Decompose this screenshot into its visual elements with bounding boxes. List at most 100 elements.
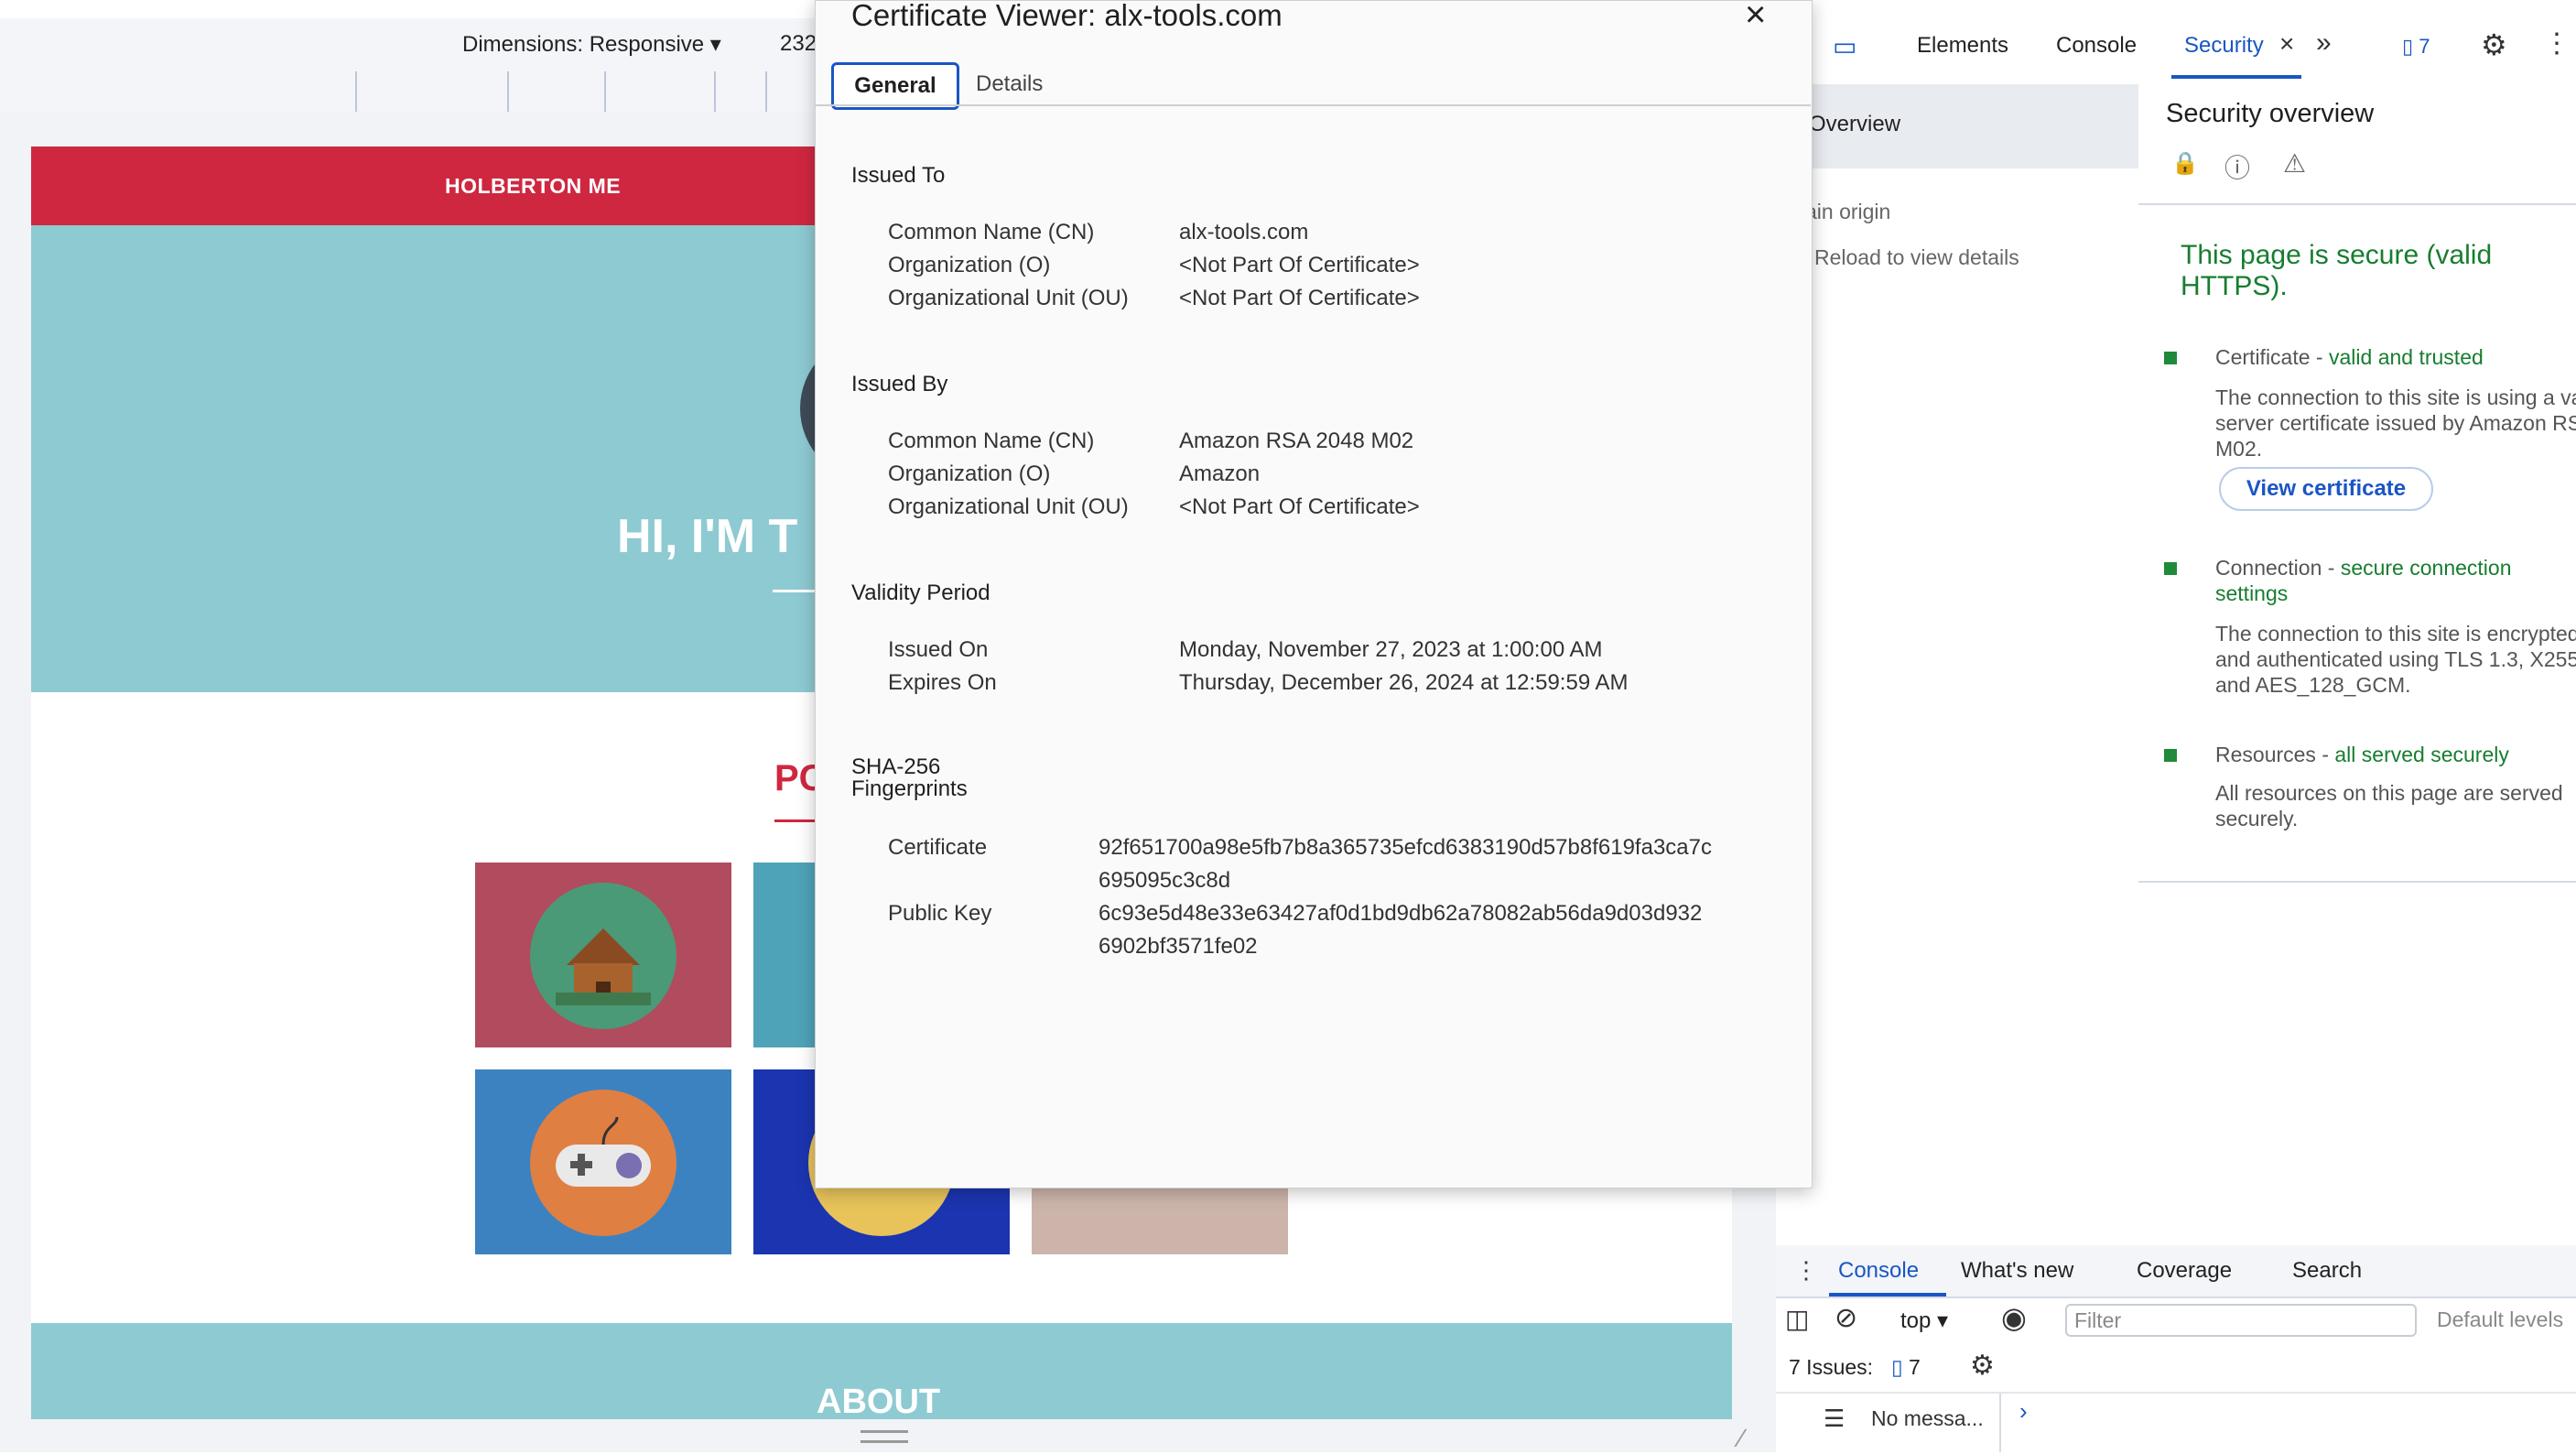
about-section: ABOUT	[31, 1323, 1732, 1419]
field-label: Organization (O)	[888, 461, 1051, 486]
dialog-title: Certificate Viewer: alx-tools.com	[851, 0, 1283, 32]
field-label: Common Name (CN)	[888, 429, 1095, 453]
resize-handle[interactable]	[860, 1430, 908, 1443]
chevron-down-icon: ▾	[709, 32, 721, 57]
tab-security[interactable]: Security	[2184, 33, 2264, 59]
filter-input[interactable]: Filter	[2065, 1304, 2417, 1337]
field-value: Amazon	[1179, 461, 1261, 486]
dimensions-label: Dimensions: Responsive	[462, 32, 705, 57]
field-label: Public Key	[888, 901, 992, 926]
list-icon: ☰	[1824, 1405, 1845, 1432]
active-tab-indicator	[2171, 75, 2301, 79]
chevron-down-icon: ▾	[1937, 1308, 1949, 1333]
lock-icon[interactable]: 🔒	[2171, 150, 2199, 177]
drawer-tab-console[interactable]: Console	[1838, 1258, 1919, 1284]
tab-general[interactable]: General	[831, 62, 959, 110]
field-value: alx-tools.com	[1179, 220, 1309, 244]
status-indicator	[2164, 749, 2177, 762]
field-label: Organizational Unit (OU)	[888, 286, 1129, 310]
field-value: <Not Part Of Certificate>	[1179, 494, 1420, 519]
field-label: Common Name (CN)	[888, 220, 1095, 244]
ruler-segment[interactable]	[355, 71, 357, 112]
resources-description: All resources on this page are served se…	[2215, 781, 2563, 830]
view-certificate-button[interactable]: View certificate	[2219, 467, 2433, 511]
tab-divider	[815, 104, 1811, 106]
close-icon[interactable]: ×	[2279, 29, 2294, 59]
public-key-fingerprint-line1: 6c93e5d48e33e63427af0d1bd9db62a78082ab56…	[1099, 901, 1703, 926]
corner-resize-icon[interactable]: ∕	[1739, 1424, 1744, 1453]
ruler-segment[interactable]	[604, 71, 606, 112]
width-input[interactable]: 232	[780, 31, 817, 57]
ruler-segment[interactable]	[765, 71, 767, 112]
issues-label: 7 Issues:	[1789, 1355, 1874, 1379]
issues-link[interactable]: ▯ 7	[1891, 1355, 1921, 1380]
divider	[2138, 881, 2576, 883]
drawer-tab-coverage[interactable]: Coverage	[2137, 1258, 2232, 1284]
close-icon[interactable]: ×	[1745, 0, 1766, 36]
info-icon[interactable]: ⓘ	[2224, 148, 2250, 185]
portfolio-tile[interactable]	[753, 863, 817, 1047]
device-toggle-icon[interactable]: ▭	[1833, 31, 1856, 61]
dimensions-dropdown[interactable]: Dimensions: Responsive ▾	[462, 31, 721, 58]
sidebar-item-overview[interactable]: Overview	[1776, 84, 2138, 168]
sidebar-item-label: Overview	[1809, 112, 1901, 136]
ruler-segment[interactable]	[507, 71, 509, 112]
drawer-tab-search[interactable]: Search	[2292, 1258, 2362, 1284]
drawer-menu-icon[interactable]: ⋮	[1794, 1256, 1818, 1285]
resources-summary: Resources - all served securely	[2215, 743, 2509, 766]
security-overview-title: Security overview	[2166, 99, 2375, 128]
active-tab-indicator	[1829, 1293, 1946, 1297]
reload-hint: Reload to view details	[1814, 245, 2019, 269]
portfolio-tile-gamepad[interactable]	[475, 1069, 731, 1254]
prompt-chevron-icon[interactable]: ›	[2019, 1397, 2028, 1426]
main-origin-heading: ain origin	[1805, 200, 1891, 223]
issues-badge: 7	[2419, 35, 2430, 58]
field-label: Expires On	[888, 670, 997, 695]
tab-details[interactable]: Details	[976, 71, 1043, 97]
site-brand[interactable]: HOLBERTON ME	[445, 174, 621, 199]
issues-icon[interactable]: ▯ 7	[2402, 35, 2430, 59]
section-heading-fingerprints: SHA-256 Fingerprints	[851, 754, 968, 801]
field-label: Organization (O)	[888, 253, 1051, 277]
certificate-description: The connection to this site is using a v…	[2215, 385, 2576, 461]
drawer-tab-whats-new[interactable]: What's new	[1961, 1258, 2073, 1284]
kebab-menu-icon[interactable]: ⋮	[2543, 27, 2571, 60]
field-value: Amazon RSA 2048 M02	[1179, 429, 1414, 453]
public-key-fingerprint-line2: 6902bf3571fe02	[1099, 934, 1258, 959]
field-value: Thursday, December 26, 2024 at 12:59:59 …	[1179, 670, 1629, 695]
gamepad-icon	[530, 1090, 676, 1236]
divider	[2138, 203, 2576, 205]
certificate-fingerprint-line2: 695095c3c8d	[1099, 868, 1231, 893]
field-label: Organizational Unit (OU)	[888, 494, 1129, 519]
gear-icon[interactable]: ⚙	[2481, 27, 2507, 62]
tab-console[interactable]: Console	[2056, 33, 2137, 59]
certificate-fingerprint-line1: 92f651700a98e5fb7b8a365735efcd6383190d57…	[1099, 835, 1712, 860]
field-label: Certificate	[888, 835, 988, 860]
about-heading: ABOUT	[817, 1383, 941, 1419]
sidebar-toggle-icon[interactable]: ◫	[1785, 1304, 1809, 1334]
more-tabs-icon[interactable]: »	[2316, 27, 2332, 59]
section-heading-issued-to: Issued To	[851, 163, 946, 188]
clear-console-icon[interactable]: ⊘	[1835, 1302, 1857, 1334]
section-heading-validity: Validity Period	[851, 581, 990, 605]
field-value: <Not Part Of Certificate>	[1179, 253, 1420, 277]
log-levels-dropdown[interactable]: Default levels	[2437, 1308, 2563, 1332]
tab-elements[interactable]: Elements	[1917, 33, 2008, 59]
status-indicator	[2164, 352, 2177, 364]
console-sidebar-item[interactable]: No messa...	[1871, 1406, 1984, 1431]
gear-icon[interactable]: ⚙	[1970, 1350, 1995, 1382]
eye-icon[interactable]: ◉	[2001, 1300, 2027, 1335]
field-label: Issued On	[888, 637, 989, 662]
context-selector[interactable]: top ▾	[1900, 1308, 1948, 1334]
secure-message: This page is secure (valid HTTPS).	[2181, 240, 2493, 301]
ruler-segment[interactable]	[714, 71, 716, 112]
connection-description: The connection to this site is encrypted…	[2215, 622, 2576, 697]
cabin-icon	[530, 883, 676, 1029]
portfolio-tile-cabin[interactable]	[475, 863, 731, 1047]
hero-heading: HI, I'M T	[617, 510, 798, 563]
section-heading-issued-by: Issued By	[851, 372, 948, 396]
warning-icon[interactable]: ⚠	[2283, 148, 2306, 179]
connection-summary: Connection - secure connection settings	[2215, 556, 2512, 605]
field-value: <Not Part Of Certificate>	[1179, 286, 1420, 310]
certificate-summary: Certificate - valid and trusted	[2215, 345, 2484, 369]
